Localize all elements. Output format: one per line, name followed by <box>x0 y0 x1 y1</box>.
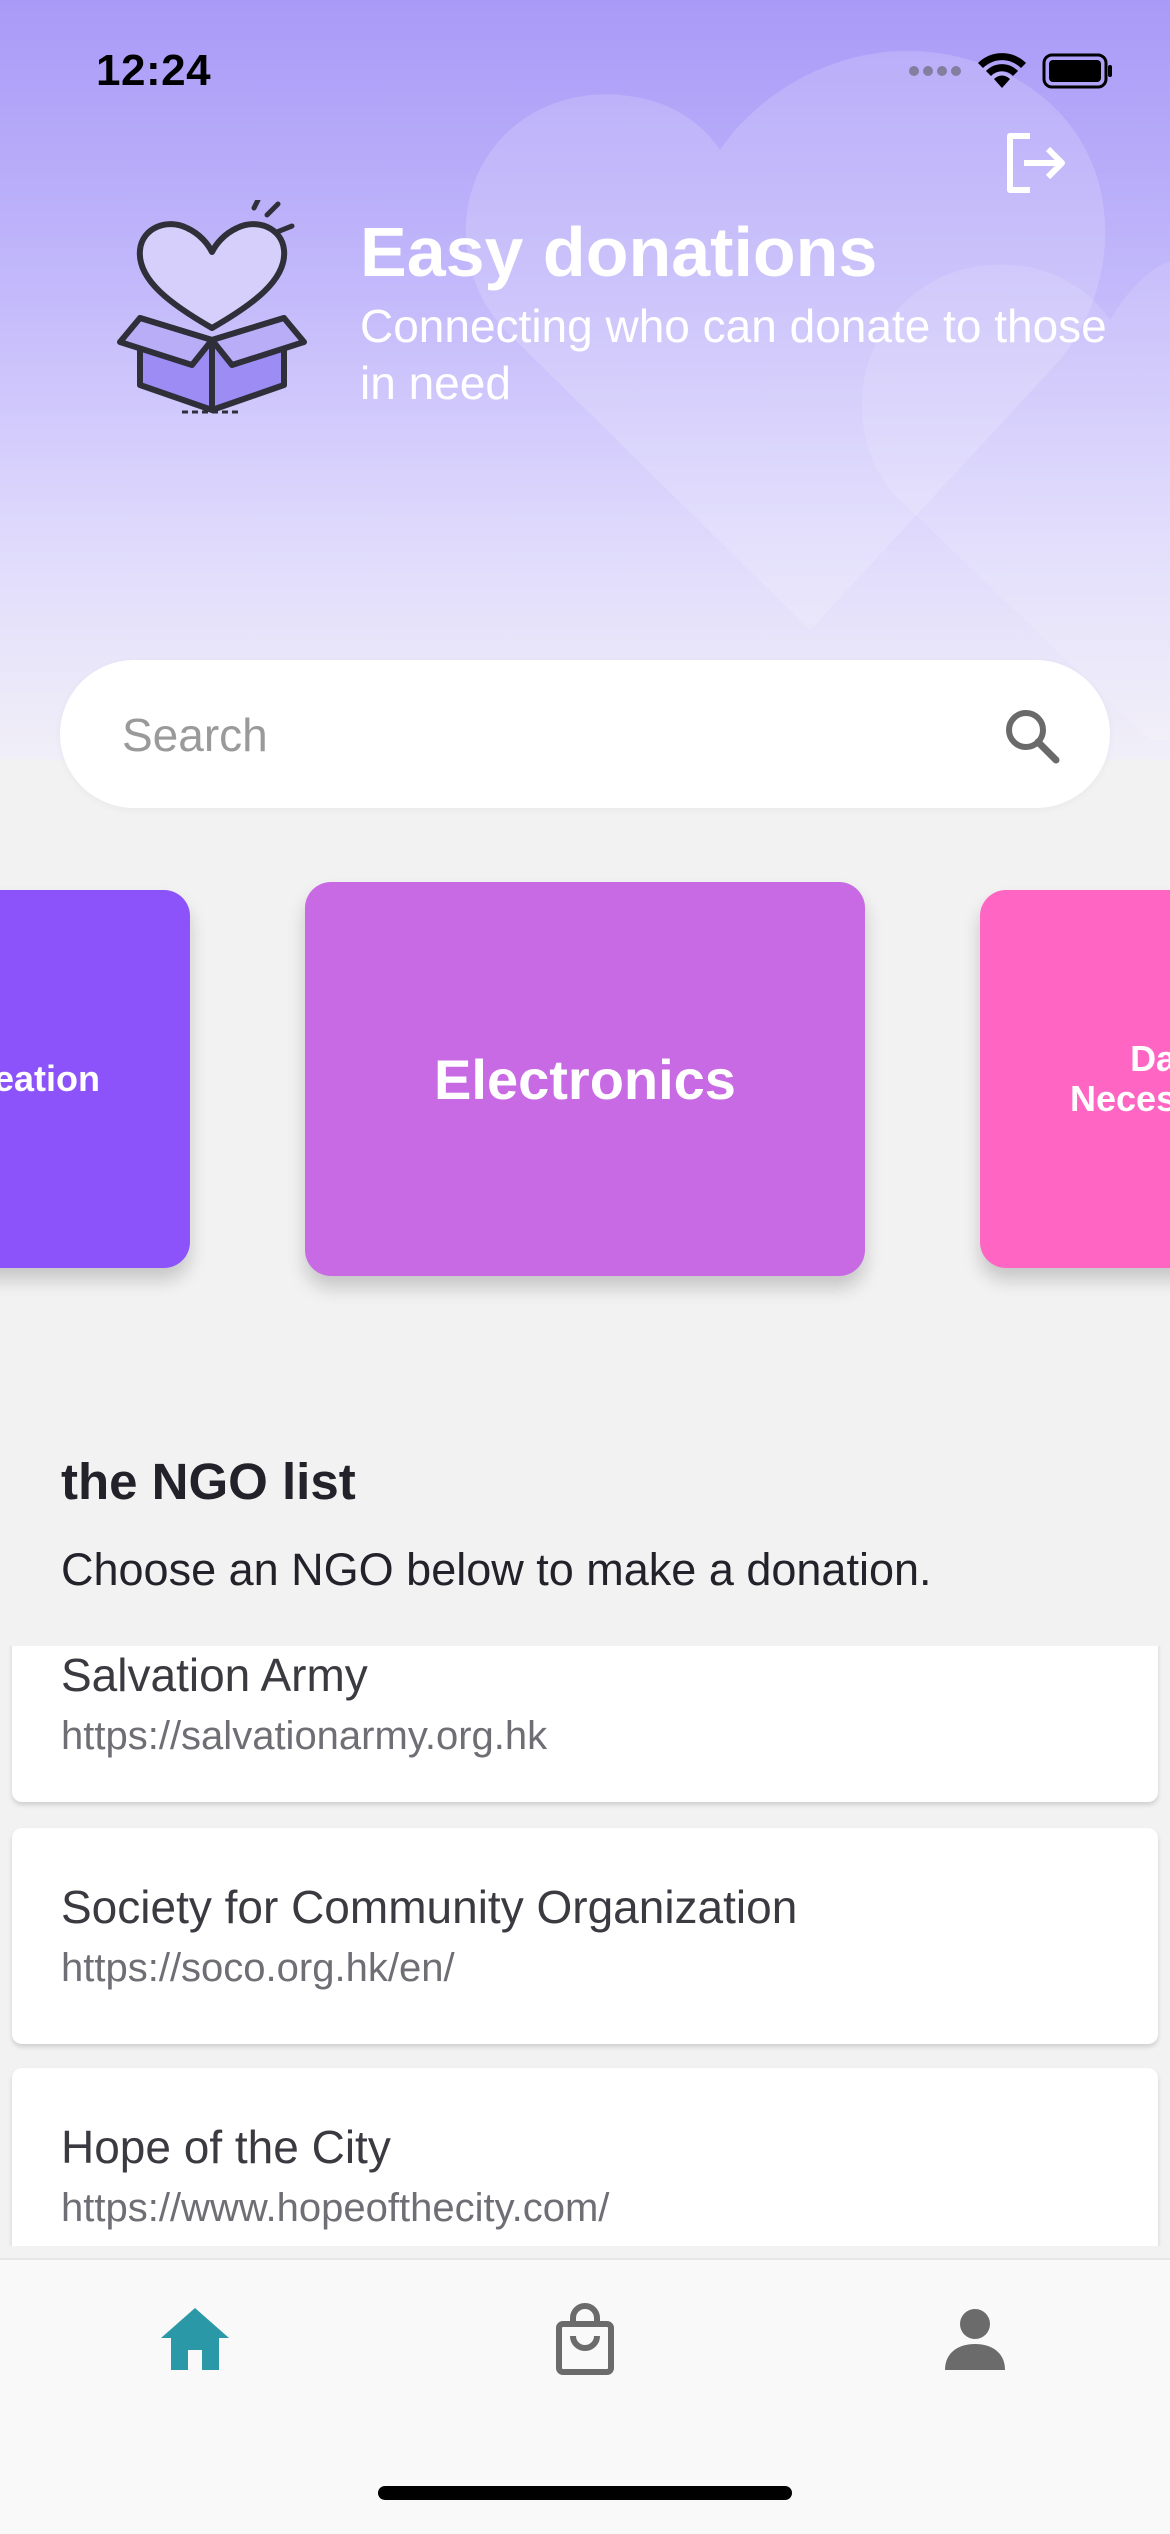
signal-icon <box>909 66 961 76</box>
search-input[interactable] <box>120 660 944 810</box>
battery-icon <box>1042 53 1112 89</box>
ngo-name: Society for Community Organization <box>61 1881 798 1933</box>
app-subtitle: Connecting who can donate to those in ne… <box>360 300 1107 409</box>
header-banner: 12:24 Easy donations Connecting who can … <box>0 0 1170 760</box>
ngo-section-description: Choose an NGO below to make a donation. <box>61 1544 932 1595</box>
ngo-name: Salvation Army <box>61 1649 368 1701</box>
home-icon[interactable] <box>155 2300 235 2380</box>
search-bar <box>60 660 1110 810</box>
category-label: Da Neces <box>1070 1038 1170 1119</box>
ngo-list-item[interactable]: Society for Community Organization https… <box>12 1828 1158 2044</box>
logout-icon[interactable] <box>1000 128 1070 198</box>
shopping-bag-icon[interactable] <box>545 2300 625 2380</box>
person-icon[interactable] <box>935 2300 1015 2380</box>
app-title: Easy donations <box>360 213 878 291</box>
wifi-icon <box>978 53 1026 88</box>
category-card-electronics[interactable]: Electronics <box>305 882 865 1276</box>
ngo-url: https://salvationarmy.org.hk <box>61 1714 548 1758</box>
ngo-list-item[interactable]: Salvation Army https://salvationarmy.org… <box>12 1646 1158 1802</box>
ngo-name: Hope of the City <box>61 2121 391 2173</box>
ngo-section-title: the NGO list <box>61 1453 356 1510</box>
category-card-daily-necessities[interactable]: Da Neces <box>980 890 1170 1268</box>
search-icon[interactable] <box>1000 704 1064 768</box>
ngo-list[interactable]: Salvation Army https://salvationarmy.org… <box>0 1646 1170 2246</box>
category-card-education[interactable]: eation <box>0 890 190 1268</box>
ngo-url: https://www.hopeofthecity.com/ <box>61 2186 610 2230</box>
ngo-list-item[interactable]: Hope of the City https://www.hopeoftheci… <box>12 2068 1158 2246</box>
category-label: eation <box>0 1058 100 1099</box>
donation-box-logo <box>117 200 307 414</box>
home-indicator <box>378 2486 792 2500</box>
ngo-url: https://soco.org.hk/en/ <box>61 1946 455 1990</box>
category-label: Electronics <box>434 1047 736 1111</box>
status-icons <box>908 52 1114 90</box>
status-time: 12:24 <box>96 46 212 95</box>
